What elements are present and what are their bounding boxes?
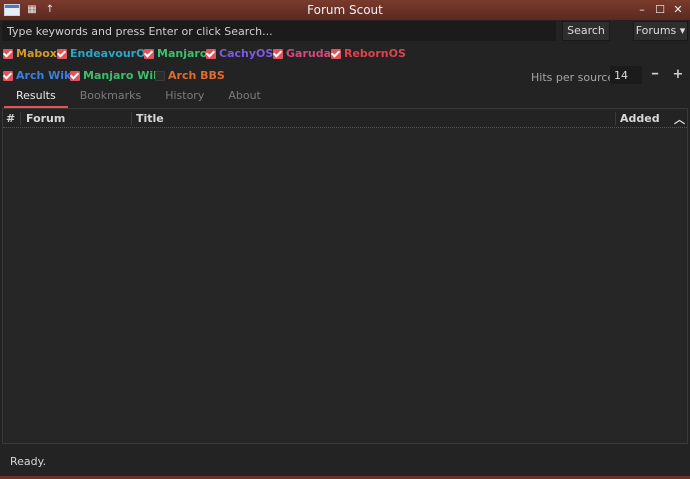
source-checkbox-manjaro[interactable]: Manjaro	[144, 47, 207, 60]
title-bar[interactable]: ▦ ↑ Forum Scout – ☐ ✕	[0, 0, 690, 20]
source-label: Arch Wiki	[16, 69, 76, 82]
column-separator	[131, 112, 132, 125]
window-title: Forum Scout	[307, 3, 383, 17]
checkbox-icon[interactable]	[144, 48, 154, 59]
search-input[interactable]	[2, 21, 556, 41]
close-icon[interactable]: ✕	[672, 4, 684, 16]
grid-icon[interactable]: ▦	[26, 4, 38, 16]
table-header: # Forum Title Added ︿	[3, 109, 687, 128]
maximize-icon[interactable]: ☐	[654, 4, 666, 16]
decrease-icon[interactable]: ━	[648, 67, 662, 83]
checkbox-icon[interactable]	[70, 70, 80, 81]
source-label: Manjaro	[157, 47, 208, 60]
source-label: Garuda	[286, 47, 332, 60]
window-controls: – ☐ ✕	[610, 4, 690, 16]
tab-bar: Results Bookmarks History About	[4, 86, 273, 108]
checkbox-icon[interactable]	[331, 48, 341, 59]
source-label: Manjaro Wiki	[83, 69, 165, 82]
checkbox-icon[interactable]	[57, 48, 67, 59]
source-label: CachyOS	[219, 47, 274, 60]
source-label: EndeavourOS	[70, 47, 154, 60]
source-checkbox-arch-bbs[interactable]: Arch BBS	[155, 69, 225, 82]
source-checkbox-endeavouros[interactable]: EndeavourOS	[57, 47, 153, 60]
column-header-forum[interactable]: Forum	[26, 112, 65, 125]
tab-bookmarks[interactable]: Bookmarks	[68, 86, 153, 108]
source-label: Mabox	[16, 47, 57, 60]
app-window-icon[interactable]	[4, 4, 20, 16]
source-checkbox-garuda[interactable]: Garuda	[273, 47, 331, 60]
sort-ascending-icon[interactable]: ︿	[674, 111, 685, 127]
checkbox-icon[interactable]	[3, 70, 13, 81]
source-label: Arch BBS	[168, 69, 225, 82]
source-checkbox-manjaro-wiki[interactable]: Manjaro Wiki	[70, 69, 164, 82]
search-button[interactable]: Search	[562, 21, 610, 41]
forums-dropdown-button[interactable]: Forums ▾	[633, 21, 688, 41]
source-label: RebornOS	[344, 47, 406, 60]
hits-per-source-label: Hits per source:	[531, 71, 618, 84]
column-separator	[615, 112, 616, 125]
title-bar-left-controls: ▦ ↑	[0, 4, 80, 16]
tab-history[interactable]: History	[153, 86, 216, 108]
tab-results[interactable]: Results	[4, 86, 68, 108]
checkbox-icon[interactable]	[3, 48, 13, 59]
tab-about[interactable]: About	[216, 86, 273, 108]
column-header-added[interactable]: Added	[620, 112, 660, 125]
source-checkbox-mabox[interactable]: Mabox	[3, 47, 57, 60]
increase-icon[interactable]: +	[671, 67, 685, 83]
source-checkbox-rebornos[interactable]: RebornOS	[331, 47, 406, 60]
sources-row-1: Mabox EndeavourOS Manjaro CachyOS Garuda…	[0, 44, 690, 62]
checkbox-icon[interactable]	[273, 48, 283, 59]
status-text: Ready.	[10, 455, 47, 468]
source-checkbox-arch-wiki[interactable]: Arch Wiki	[3, 69, 75, 82]
source-checkbox-cachyos[interactable]: CachyOS	[206, 47, 273, 60]
minimize-icon[interactable]: –	[636, 4, 648, 16]
checkbox-icon[interactable]	[155, 70, 165, 81]
checkbox-icon[interactable]	[206, 48, 216, 59]
up-arrow-icon[interactable]: ↑	[44, 4, 56, 16]
search-row: Search Forums ▾	[0, 21, 690, 42]
column-header-number[interactable]: #	[6, 112, 15, 125]
column-separator	[20, 112, 21, 125]
column-header-title[interactable]: Title	[136, 112, 164, 125]
hits-per-source-input[interactable]	[610, 66, 642, 84]
results-table[interactable]: # Forum Title Added ︿	[2, 108, 688, 444]
